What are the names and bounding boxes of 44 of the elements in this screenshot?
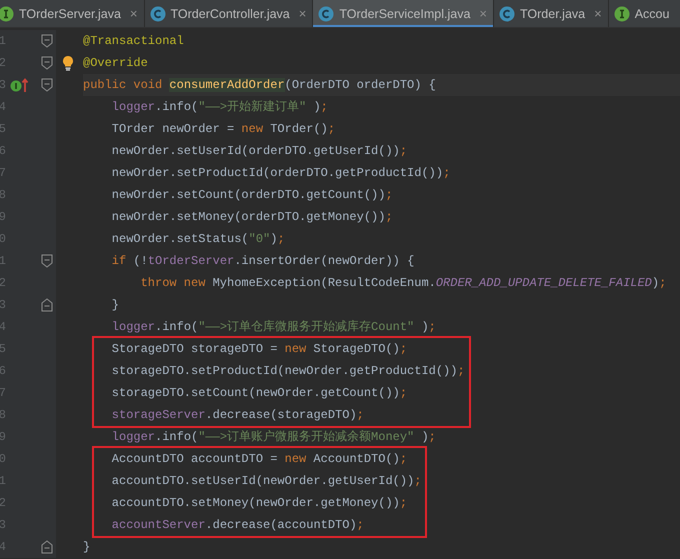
code-line: StorageDTO storageDTO = new StorageDTO(); [112,341,408,358]
interface-icon [0,6,14,22]
fold-icon [41,540,53,554]
class-icon [318,6,334,22]
code-line: storageDTO.setCount(newOrder.getCount()); [112,385,408,402]
close-icon[interactable]: × [479,4,488,24]
fold-icon [41,56,53,70]
code-line: TOrder newOrder = new TOrder(); [112,121,336,138]
editor-tab[interactable]: TOrder.java × [494,0,609,27]
code-line: logger.info("——>开始新建订单" ); [112,99,328,116]
fold-icon [41,254,53,268]
code-line: throw new MyhomeException(ResultCodeEnum.ORDER_ADD_UPDATE_DELETE_FAILED); [140,275,666,292]
code-line: accountServer.decrease(accountDTO); [112,517,364,534]
code-line: if (!tOrderServer.insertOrder(newOrder)) { [112,253,414,270]
class-icon [499,6,516,22]
code-line: newOrder.setStatus("0"); [112,231,285,248]
close-icon[interactable]: × [298,4,306,24]
code-line: logger.info("——>订单账户微服务开始减余额Money" ); [112,429,436,446]
code-line: newOrder.setCount(orderDTO.getCount()); [112,187,393,204]
code-line: @Override [83,55,148,72]
lightbulb-icon [62,55,74,71]
fold-icon [41,78,53,92]
class-icon [150,6,166,22]
code-line: accountDTO.setUserId(newOrder.getUserId()); [112,473,422,490]
code-line: AccountDTO accountDTO = new AccountDTO(); [112,451,408,468]
editor-tab[interactable]: TOrderServer.java × [0,0,144,27]
fold-icon [41,298,53,312]
code-line: storageServer.decrease(storageDTO); [112,407,364,424]
code-line: newOrder.setProductId(orderDTO.getProductId()); [112,165,450,182]
code-line: newOrder.setMoney(orderDTO.getMoney()); [112,209,393,226]
code-line: accountDTO.setMoney(newOrder.getMoney()); [112,495,408,512]
close-icon[interactable]: × [594,4,602,24]
code-line: logger.info("——>订单仓库微服务开始减库存Count" ); [112,319,436,336]
editor-tab[interactable]: Accou [608,0,670,27]
implementation-marker-icon [10,77,30,93]
editor-tab[interactable]: TOrderServiceImpl.java × [313,0,494,27]
close-icon[interactable]: × [130,4,138,24]
fold-icon [41,34,53,48]
code-line: } [83,539,90,556]
interface-icon [614,6,630,22]
code-line: newOrder.setUserId(orderDTO.getUserId()); [112,143,408,160]
code-line: storageDTO.setProductId(newOrder.getProductId()); [112,363,465,380]
code-line: @Transactional [83,33,184,50]
code-line: } [112,297,119,314]
